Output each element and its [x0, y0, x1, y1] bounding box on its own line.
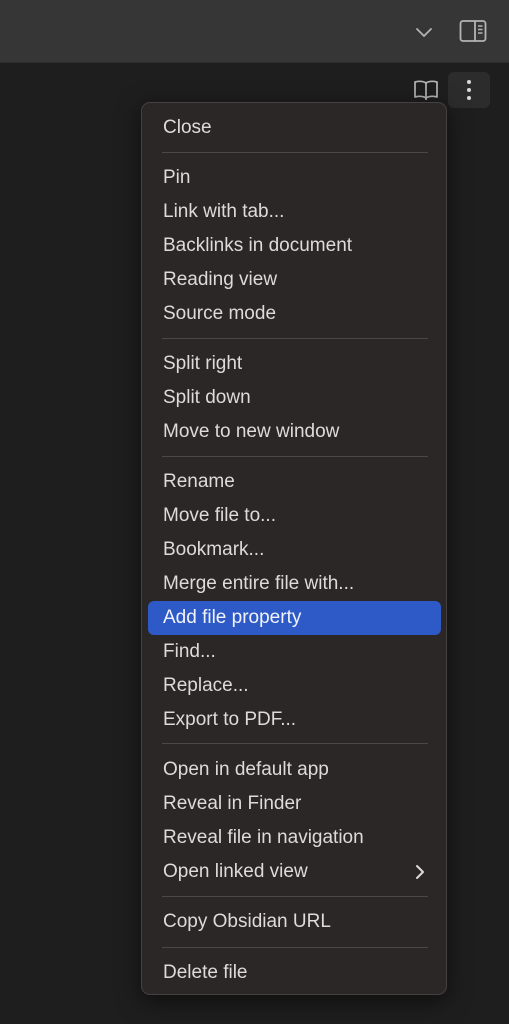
menu-separator: [162, 896, 428, 897]
menu-item-pin[interactable]: Pin: [148, 161, 441, 195]
menu-item-label: Source mode: [163, 303, 277, 324]
menu-item-label: Delete file: [163, 962, 248, 983]
menu-item-label: Export to PDF...: [163, 709, 297, 730]
menu-item-label: Close: [163, 117, 212, 138]
menu-item-link-with-tab[interactable]: Link with tab...: [148, 195, 441, 229]
menu-item-label: Open linked view: [163, 861, 308, 882]
menu-item-label: Split right: [163, 353, 243, 374]
menu-separator: [162, 743, 428, 744]
toggle-right-sidebar-button[interactable]: [456, 14, 490, 48]
menu-item-label: Open in default app: [163, 759, 329, 780]
menu-item-label: Merge entire file with...: [163, 573, 355, 594]
menu-separator: [162, 152, 428, 153]
menu-item-reveal-in-finder[interactable]: Reveal in Finder: [148, 787, 441, 821]
menu-item-split-right[interactable]: Split right: [148, 347, 441, 381]
menu-item-close[interactable]: Close: [148, 111, 441, 145]
menu-item-label: Link with tab...: [163, 201, 285, 222]
sidebar-toggle-icon: [459, 20, 487, 42]
menu-item-label: Find...: [163, 641, 216, 662]
menu-item-backlinks-in-document[interactable]: Backlinks in document: [148, 229, 441, 263]
menu-item-split-down[interactable]: Split down: [148, 381, 441, 415]
menu-item-reveal-file-in-navigation[interactable]: Reveal file in navigation: [148, 821, 441, 855]
menu-item-replace[interactable]: Replace...: [148, 669, 441, 703]
menu-item-move-to-new-window[interactable]: Move to new window: [148, 415, 441, 449]
menu-item-bookmark[interactable]: Bookmark...: [148, 533, 441, 567]
menu-separator: [162, 338, 428, 339]
menu-item-delete-file[interactable]: Delete file: [148, 956, 441, 990]
menu-item-label: Reading view: [163, 269, 278, 290]
menu-separator: [162, 947, 428, 948]
menu-item-source-mode[interactable]: Source mode: [148, 297, 441, 331]
menu-item-rename[interactable]: Rename: [148, 465, 441, 499]
context-menu: Close Pin Link with tab... Backlinks in …: [141, 102, 447, 995]
menu-item-label: Rename: [163, 471, 235, 492]
menu-item-export-to-pdf[interactable]: Export to PDF...: [148, 703, 441, 737]
menu-item-merge-entire-file-with[interactable]: Merge entire file with...: [148, 567, 441, 601]
menu-item-label: Move to new window: [163, 421, 340, 442]
menu-item-move-file-to[interactable]: Move file to...: [148, 499, 441, 533]
menu-item-open-in-default-app[interactable]: Open in default app: [148, 753, 441, 787]
menu-item-find[interactable]: Find...: [148, 635, 441, 669]
more-options-button[interactable]: [448, 72, 490, 108]
menu-item-label: Pin: [163, 167, 191, 188]
menu-item-label: Backlinks in document: [163, 235, 353, 256]
menu-separator: [162, 456, 428, 457]
chevron-right-icon: [411, 863, 429, 881]
menu-item-label: Copy Obsidian URL: [163, 911, 331, 932]
menu-item-open-linked-view[interactable]: Open linked view: [148, 855, 441, 889]
menu-item-label: Split down: [163, 387, 251, 408]
menu-item-copy-obsidian-url[interactable]: Copy Obsidian URL: [148, 905, 441, 939]
menu-item-label: Reveal file in navigation: [163, 827, 364, 848]
title-bar: [0, 0, 509, 63]
chevron-down-icon: [416, 28, 432, 37]
menu-item-reading-view[interactable]: Reading view: [148, 263, 441, 297]
menu-item-label: Bookmark...: [163, 539, 265, 560]
menu-item-label: Move file to...: [163, 505, 276, 526]
menu-item-add-file-property[interactable]: Add file property: [148, 601, 441, 635]
book-open-icon: [414, 80, 438, 100]
menu-item-label: Add file property: [163, 607, 302, 628]
more-vertical-icon: [467, 80, 471, 100]
menu-item-label: Reveal in Finder: [163, 793, 302, 814]
menu-item-label: Replace...: [163, 675, 249, 696]
tab-list-button[interactable]: [408, 16, 440, 48]
